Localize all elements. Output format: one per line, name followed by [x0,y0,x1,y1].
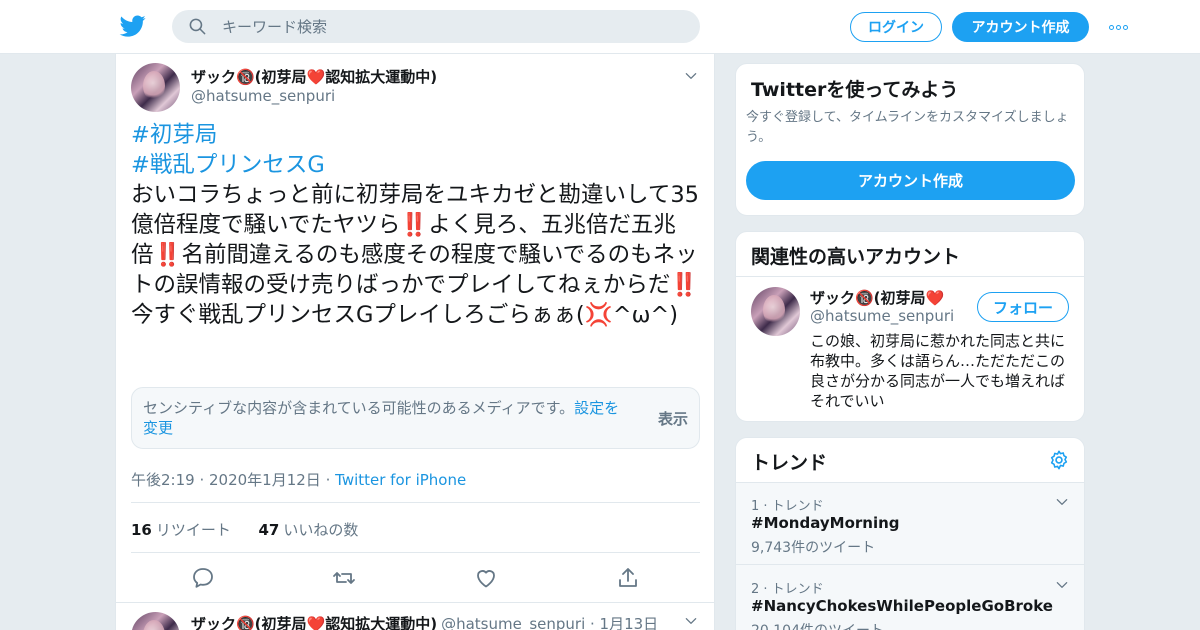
login-button[interactable]: ログイン [850,12,942,42]
chevron-down-icon[interactable] [684,69,698,83]
divider [116,602,714,603]
hashtag-link[interactable]: #戦乱プリンセスG [131,150,701,180]
gear-icon[interactable] [1048,449,1070,471]
tweet-detail: ザック🔞(初芽局❤️認知拡大運動中) @hatsume_senpuri #初芽局… [115,54,715,630]
divider [736,276,1084,277]
like-icon[interactable] [474,566,498,590]
trend-count: 9,743件のツイート [751,540,876,556]
tweet-body: おいコラちょっと前に初芽局をユキカゼと勘違いして35億倍程度で騒いでたヤツら‼️… [131,182,699,328]
tweet-stats: 16 リツイート 47 いいねの数 [131,519,358,540]
meta-separator: · [325,471,331,489]
sensitive-message: センシティブな内容が含まれている可能性のあるメディアです。設定を変更 [143,399,620,437]
tweet-source-link[interactable]: Twitter for iPhone [335,471,466,489]
hashtag-link[interactable]: #初芽局 [131,120,701,150]
avatar[interactable] [131,63,180,112]
tweet-meta: 午後2:19 · 2020年1月12日 · Twitter for iPhone [131,469,466,490]
top-header: ログイン アカウント作成 [0,0,1200,54]
trend-name[interactable]: #MondayMorning [751,514,900,532]
trend-item[interactable]: 2 · トレンド #NancyChokesWhilePeopleGoBroke … [736,566,1084,630]
retweet-count[interactable]: 16 リツイート [131,521,231,539]
card-title: 関連性の高いアカウント [751,246,961,268]
reply-author[interactable]: ザック🔞(初芽局❤️認知拡大運動中) @hatsume_senpuri · 1月1… [191,613,658,630]
divider [131,552,700,553]
author-name[interactable]: ザック🔞(初芽局❤️認知拡大運動中) [191,66,437,87]
author-handle[interactable]: @hatsume_senpuri [191,87,335,105]
trend-count: 20,104件のツイート [751,620,884,630]
reply-icon[interactable] [191,566,215,590]
avatar[interactable] [131,612,180,630]
trend-rank: 1 · トレンド [751,499,824,514]
card-title: Twitterを使ってみよう [751,79,959,101]
follow-button[interactable]: フォロー [977,292,1069,322]
tweet-text: #初芽局 #戦乱プリンセスG おいコラちょっと前に初芽局をユキカゼと勘違いして3… [131,120,701,330]
share-icon[interactable] [616,566,640,590]
divider [131,502,700,503]
tweet-timestamp[interactable]: 午後2:19 · 2020年1月12日 [131,471,321,489]
search-icon [189,18,206,35]
retweet-icon[interactable] [332,566,356,590]
signup-button[interactable]: アカウント作成 [952,12,1089,42]
show-media-button[interactable]: 表示 [658,408,688,429]
chevron-down-icon[interactable] [1055,495,1069,509]
avatar[interactable] [751,287,800,336]
like-count[interactable]: 47 いいねの数 [258,521,358,539]
sensitive-media-notice: センシティブな内容が含まれている可能性のあるメディアです。設定を変更 表示 [131,387,700,449]
card-subtitle: 今すぐ登録して、タイムラインをカスタマイズしましょう。 [746,110,1069,145]
twitter-bird-icon[interactable] [119,13,147,39]
trends-header: トレンド [736,438,1084,483]
trend-rank: 2 · トレンド [751,582,824,597]
related-account-name[interactable]: ザック🔞(初芽局❤️ [810,287,944,308]
related-accounts-card: 関連性の高いアカウント ザック🔞(初芽局❤️ @hatsume_senpuri … [735,231,1085,422]
related-account-bio: この娘、初芽局に惹かれた同志と共に布教中。多くは語らん…ただただこの良さが分かる… [810,332,1066,410]
search-input[interactable] [222,10,682,43]
signup-card-button[interactable]: アカウント作成 [746,161,1075,200]
card-title: トレンド [751,452,828,474]
trends-card: トレンド 1 · トレンド #MondayMorning 9,743件のツイート… [735,437,1085,630]
chevron-down-icon[interactable] [1055,578,1069,592]
trend-name[interactable]: #NancyChokesWhilePeopleGoBroke [751,597,1053,615]
trend-item[interactable]: 1 · トレンド #MondayMorning 9,743件のツイート [736,483,1084,565]
search-bar[interactable] [172,10,700,43]
related-account-handle[interactable]: @hatsume_senpuri [810,307,954,325]
signup-card: Twitterを使ってみよう 今すぐ登録して、タイムラインをカスタマイズしましょ… [735,63,1085,216]
more-icon[interactable] [1106,18,1130,36]
chevron-down-icon[interactable] [684,614,698,628]
